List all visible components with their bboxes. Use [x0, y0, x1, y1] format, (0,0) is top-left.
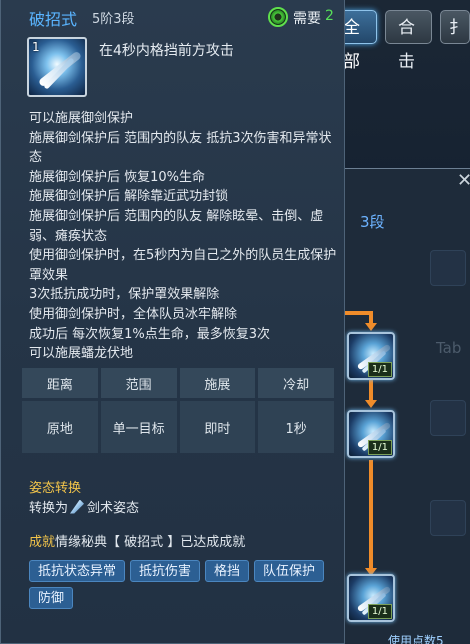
effect-line: 施展御剑保护后 范围内的队友 抵抗3次伤害和异常状态: [29, 130, 332, 166]
skill-summary: 在4秒内格挡前方攻击: [99, 43, 234, 59]
effect-line: 可以施展御剑保护: [29, 111, 134, 126]
skill-tooltip: 破招式 5阶3段 需要 2 1 在4秒内格挡前方攻击 可以施展御剑保护 施展御剑…: [0, 0, 345, 644]
skill-tag: 格挡: [205, 560, 250, 582]
close-icon[interactable]: ✕: [457, 170, 470, 191]
effect-line: 施展御剑保护后 恢复10%生命: [29, 169, 206, 185]
tree-rank-label: 3段: [360, 213, 385, 231]
achievement-label: 成就: [29, 535, 56, 550]
achievement-text: 情缘秘典【 破招式 】已达成成就: [55, 535, 246, 550]
skill-tag: 防御: [29, 587, 74, 609]
tooltip-header: 破招式 5阶3段 需要 2: [11, 6, 336, 29]
tree-skill-node[interactable]: 1/1: [347, 574, 395, 622]
effect-line: 可以施展蟠龙伏地: [29, 346, 134, 362]
sword-skill-icon: 1: [27, 37, 87, 97]
skill-stats-table: 距离 范围 施展 冷却 原地 单一目标 即时 1秒: [22, 368, 334, 454]
stat-header-area: 范围: [100, 368, 177, 398]
tab-combo[interactable]: 合击: [385, 10, 432, 72]
faded-tab-hint: Tab: [436, 339, 462, 357]
stance-prefix: 转换为: [29, 501, 69, 516]
effect-line: 使用御剑保护时，在5秒内为自己之外的队员生成保护罩效果: [29, 248, 337, 283]
node-level-badge: 1/1: [367, 440, 392, 455]
node-level-badge: 1/1: [367, 604, 392, 619]
effect-list: 可以施展御剑保护 施展御剑保护后 范围内的队友 抵抗3次伤害和异常状态 施展御剑…: [29, 109, 339, 364]
effect-line: 施展御剑保护后 范围内的队友 解除眩晕、击倒、虚弱、瘫痪状态: [29, 208, 324, 244]
skill-tag: 队伍保护: [254, 560, 325, 582]
tree-connector: [369, 380, 373, 402]
tree-skill-node[interactable]: 1/1: [347, 332, 395, 380]
tree-connector: [344, 311, 372, 315]
tree-skill-node[interactable]: 1/1: [347, 410, 395, 458]
tree-connector: [369, 460, 373, 572]
skill-name: 破招式: [29, 10, 78, 29]
skill-slot-icon[interactable]: [430, 400, 466, 436]
effect-line: 施展御剑保护后 解除靠近武功封锁: [29, 189, 229, 205]
stance-title: 姿态转换: [29, 481, 82, 496]
arrow-down-icon: [365, 400, 377, 408]
effect-line: 使用御剑保护时，全体队员冰牢解除: [29, 306, 238, 322]
requirement-value: 2: [325, 8, 334, 24]
stat-header-cooldown: 冷却: [258, 368, 334, 398]
stat-header-range: 距离: [22, 368, 98, 398]
achievement-line: 成就情缘秘典【 破招式 】已达成成就: [29, 531, 245, 550]
sword-stance-icon: [70, 499, 85, 514]
green-ring-icon: [268, 7, 288, 27]
arrow-down-icon: [365, 323, 377, 331]
stance-target: 剑术姿态: [87, 501, 140, 516]
skill-icon-number: 1: [32, 40, 40, 54]
tab-next[interactable]: 扌: [440, 10, 470, 44]
points-used-label: 使用点数5: [388, 634, 444, 644]
requirement-label: 需要: [293, 11, 321, 27]
effect-line: 成功后 每次恢复1%点生命，最多恢复3次: [29, 326, 271, 342]
stat-value-cast: 即时: [179, 401, 256, 453]
stance-line: 转换为 剑术姿态: [29, 497, 139, 516]
skill-tag: 抵抗伤害: [130, 560, 201, 582]
effect-line: 3次抵抗成功时，保护罩效果解除: [29, 287, 220, 303]
node-level-badge: 1/1: [367, 362, 392, 377]
skill-slot-icon[interactable]: [430, 250, 466, 286]
skill-tags: 抵抗状态异常 抵抗伤害 格挡 队伍保护 防御: [29, 560, 329, 609]
skill-category-tabs: 全部 合击 扌: [330, 10, 470, 72]
stat-value-range: 原地: [22, 401, 98, 453]
skill-slot-icon[interactable]: [430, 500, 466, 536]
stat-value-area: 单一目标: [100, 401, 177, 453]
stat-value-cooldown: 1秒: [258, 401, 334, 453]
stat-header-cast: 施展: [179, 368, 256, 398]
skill-tag: 抵抗状态异常: [29, 560, 126, 582]
skill-level: 5阶3段: [92, 12, 135, 27]
